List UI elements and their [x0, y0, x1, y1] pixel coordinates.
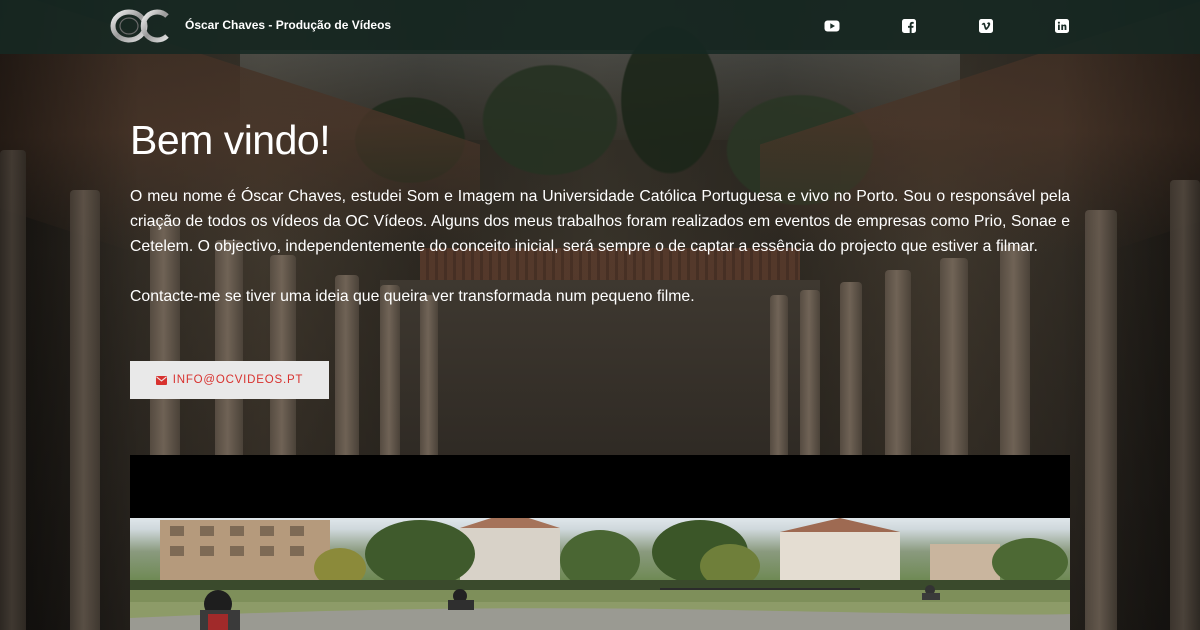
video-player[interactable]	[130, 455, 1070, 630]
video-frame[interactable]	[130, 518, 1070, 630]
email-button[interactable]: INFO@OCVIDEOS.PT	[130, 361, 329, 399]
hero-section: Bem vindo! O meu nome é Óscar Chaves, es…	[130, 110, 1070, 399]
envelope-icon	[155, 375, 167, 385]
facebook-icon[interactable]	[901, 18, 917, 34]
video-thumbnail	[130, 518, 1070, 630]
background-column	[1085, 210, 1117, 630]
background-column	[380, 285, 400, 455]
brand-name: Óscar Chaves - Produção de Vídeos	[185, 18, 392, 32]
background-column	[0, 150, 26, 630]
linkedin-icon[interactable]	[1054, 18, 1070, 34]
brand-link[interactable]: Óscar Chaves - Produção de Vídeos	[109, 9, 391, 43]
background-column	[770, 295, 788, 455]
navbar: Óscar Chaves - Produção de Vídeos	[0, 0, 1200, 54]
background-column	[800, 290, 820, 455]
background-column	[1170, 180, 1200, 630]
vimeo-icon[interactable]	[978, 18, 994, 34]
oc-logo	[109, 9, 173, 43]
youtube-icon[interactable]	[824, 18, 840, 34]
page-title: Bem vindo!	[130, 117, 331, 163]
page: Óscar Chaves - Produção de Vídeos Bem vi…	[0, 0, 1200, 630]
email-button-label: INFO@OCVIDEOS.PT	[172, 374, 304, 386]
background-column	[70, 190, 100, 630]
contact-text: Contacte-me se tiver uma ideia que queir…	[130, 288, 695, 305]
intro-paragraph: O meu nome é Óscar Chaves, estudei Som e…	[130, 188, 1070, 255]
background-column	[420, 295, 438, 455]
